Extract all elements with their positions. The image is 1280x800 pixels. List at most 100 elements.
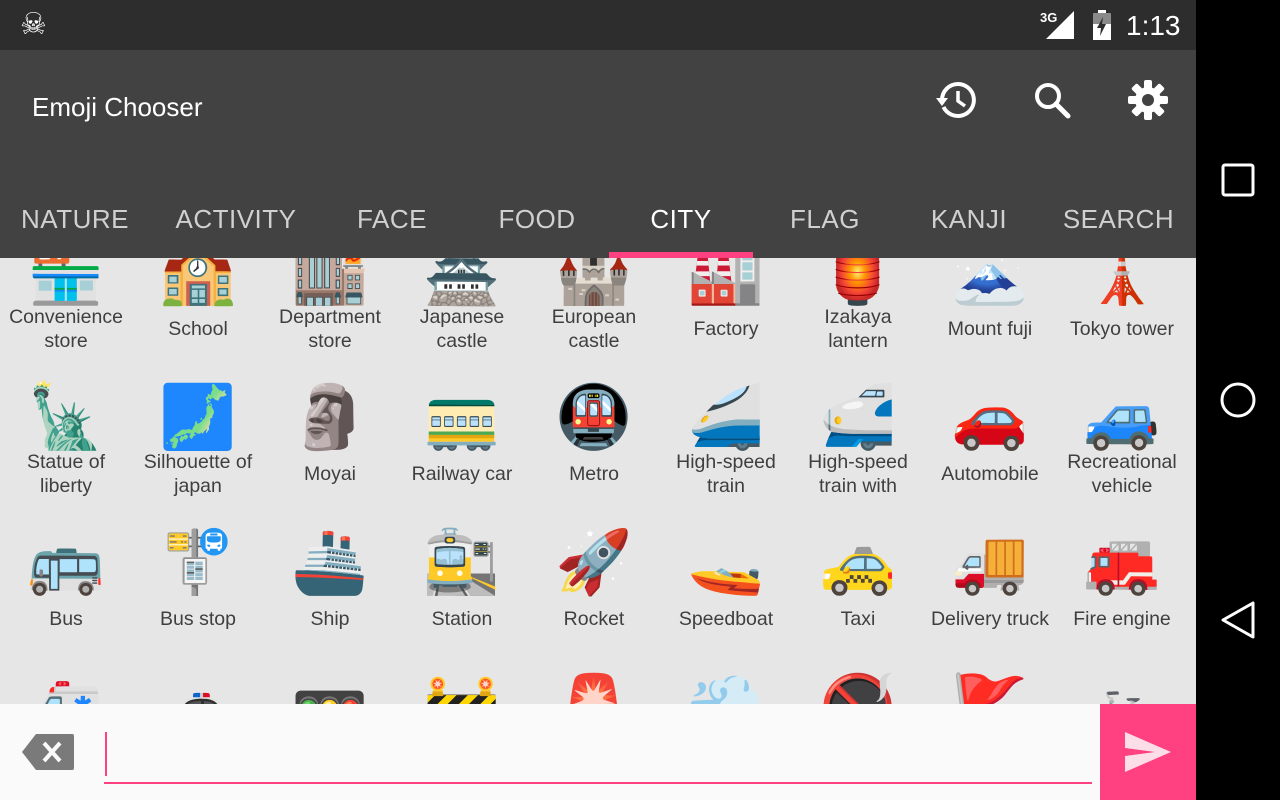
back-button[interactable] <box>1210 592 1266 648</box>
backspace-button[interactable] <box>22 734 74 775</box>
emoji-cell[interactable]: 🚀 Rocket <box>528 490 660 635</box>
emoji-label: Station <box>431 608 493 630</box>
tab-activity[interactable]: ACTIVITY <box>160 180 312 258</box>
emoji-label: Automobile <box>941 463 1039 485</box>
emoji-cell[interactable]: 🗽 Statue of liberty <box>0 345 132 498</box>
emoji-cell[interactable]: 🚇 Metro <box>528 345 660 490</box>
emoji-cell[interactable]: 🏰 European castle <box>528 258 660 352</box>
home-button[interactable] <box>1210 372 1266 428</box>
app-bar: Emoji Chooser NATURE ACTIVITY FACE FOOD … <box>0 50 1196 258</box>
emoji-cell[interactable]: 🚄 High-speed train <box>660 345 792 498</box>
status-bar: ☠ 3G 1:13 <box>0 0 1196 50</box>
emoji-cell[interactable]: 💨 <box>660 635 792 705</box>
category-tabs: NATURE ACTIVITY FACE FOOD CITY FLAG KANJ… <box>0 180 1196 258</box>
emoji-cell[interactable]: 🚕 Taxi <box>792 490 924 635</box>
emoji-cell[interactable]: 🚑 <box>0 635 132 705</box>
emoji-icon: 🚅 <box>819 380 897 453</box>
emoji-icon: 🚉 <box>423 525 501 598</box>
tab-flag[interactable]: FLAG <box>753 180 897 258</box>
emoji-icon: 🚓 <box>132 671 264 705</box>
emoji-cell[interactable]: 🏭 Factory <box>660 258 792 345</box>
emoji-cell[interactable]: 🚏 Bus stop <box>132 490 264 635</box>
tab-kanji[interactable]: KANJI <box>897 180 1041 258</box>
network-type: 3G <box>1040 10 1058 25</box>
history-icon <box>936 82 976 118</box>
emoji-cell[interactable]: 🚢 Ship <box>264 490 396 635</box>
emoji-label: Ship <box>310 608 350 630</box>
emoji-cell[interactable]: 🏪 Convenience store <box>0 258 132 352</box>
emoji-cell[interactable]: 🏬 Department store <box>264 258 396 352</box>
emoji-icon: 🏯 <box>423 258 501 308</box>
emoji-icon: 🚌 <box>27 525 105 598</box>
emoji-cell[interactable]: 🗼 Tokyo tower <box>1056 258 1188 345</box>
emoji-cell[interactable]: 🚗 Automobile <box>924 345 1056 490</box>
emoji-cell[interactable]: 🚚 Delivery truck <box>924 490 1056 635</box>
input-bar <box>0 704 1196 800</box>
emoji-cell[interactable]: 🚌 Bus <box>0 490 132 635</box>
emoji-icon: 🗾 <box>159 380 237 453</box>
emoji-cell[interactable]: 🚒 Fire engine <box>1056 490 1188 635</box>
emoji-label: School <box>168 318 228 340</box>
emoji-icon: 🚗 <box>951 380 1029 453</box>
tab-city[interactable]: CITY <box>609 180 753 258</box>
emoji-icon: 🏫 <box>159 258 237 308</box>
emoji-icon: 🏭 <box>687 258 765 308</box>
emoji-icon: 🚭 <box>792 671 924 705</box>
emoji-cell[interactable]: 🚓 <box>132 635 264 705</box>
emoji-icon: 🚀 <box>555 525 633 598</box>
emoji-cell[interactable]: 🚉 Station <box>396 490 528 635</box>
emoji-cell[interactable]: 🏫 School <box>132 258 264 345</box>
emoji-cell[interactable]: 🚭 <box>792 635 924 705</box>
emoji-icon: 🚄 <box>687 380 765 453</box>
emoji-grid: 🏪 Convenience store 🏫 School 🏬 Department sto… <box>0 258 1196 704</box>
battery-icon <box>1093 10 1111 40</box>
emoji-cell[interactable]: 🚨 <box>528 635 660 705</box>
emoji-cell[interactable]: 🚥 <box>264 635 396 705</box>
emoji-cell[interactable]: 🗻 Mount fuji <box>924 258 1056 345</box>
emoji-cell[interactable]: 🏯 Japanese castle <box>396 258 528 352</box>
emoji-icon: 🗿 <box>291 380 369 453</box>
emoji-icon: 🚃 <box>423 380 501 453</box>
emoji-cell[interactable]: 🚤 Speedboat <box>660 490 792 635</box>
emoji-cell[interactable]: 🚙 Recreational vehicle <box>1056 345 1188 498</box>
emoji-label: Bus <box>49 608 83 630</box>
emoji-text-input[interactable] <box>104 726 1092 784</box>
recents-icon <box>1221 163 1255 197</box>
tab-food[interactable]: FOOD <box>465 180 609 258</box>
emoji-label: Metro <box>569 463 619 485</box>
emoji-label: Fire engine <box>1073 608 1171 630</box>
emoji-cell[interactable]: 🗾 Silhouette of japan <box>132 345 264 498</box>
tab-nature[interactable]: NATURE <box>0 180 150 258</box>
emoji-label: Taxi <box>840 608 876 630</box>
emoji-label: Factory <box>693 318 759 340</box>
emoji-icon: 🚕 <box>819 525 897 598</box>
recents-button[interactable] <box>1210 152 1266 208</box>
text-cursor <box>105 732 107 776</box>
emoji-icon: 🗼 <box>1083 258 1161 308</box>
emoji-label: Delivery truck <box>930 608 1050 630</box>
emoji-cell[interactable]: 🚅 High-speed train with <box>792 345 924 498</box>
navigation-bar <box>1196 0 1280 800</box>
tab-search[interactable]: SEARCH <box>1041 180 1196 258</box>
emoji-cell[interactable]: 🚃 Railway car <box>396 345 528 490</box>
emoji-icon: 🚨 <box>528 671 660 705</box>
settings-button[interactable] <box>1120 74 1176 126</box>
emoji-icon: 🚇 <box>555 380 633 453</box>
emoji-icon: 🚏 <box>159 525 237 598</box>
emoji-icon: 🏪 <box>27 258 105 308</box>
send-button[interactable] <box>1100 704 1196 800</box>
emoji-icon: 🏬 <box>291 258 369 308</box>
emoji-icon: 🚒 <box>1083 525 1161 598</box>
emoji-cell[interactable]: 🚩 <box>924 635 1056 705</box>
tab-face[interactable]: FACE <box>320 180 464 258</box>
emoji-icon: 🏰 <box>555 258 633 308</box>
emoji-cell[interactable]: 🏮 Izakaya lantern <box>792 258 924 352</box>
emoji-label: Tokyo tower <box>1069 318 1175 340</box>
emoji-icon: 🚙 <box>1083 380 1161 453</box>
emoji-cell[interactable]: 🚲 <box>1056 635 1188 705</box>
search-button[interactable] <box>1024 74 1080 126</box>
emoji-cell[interactable]: 🗿 Moyai <box>264 345 396 490</box>
home-icon <box>1220 382 1256 418</box>
history-button[interactable] <box>928 74 984 126</box>
emoji-cell[interactable]: 🚧 <box>396 635 528 705</box>
